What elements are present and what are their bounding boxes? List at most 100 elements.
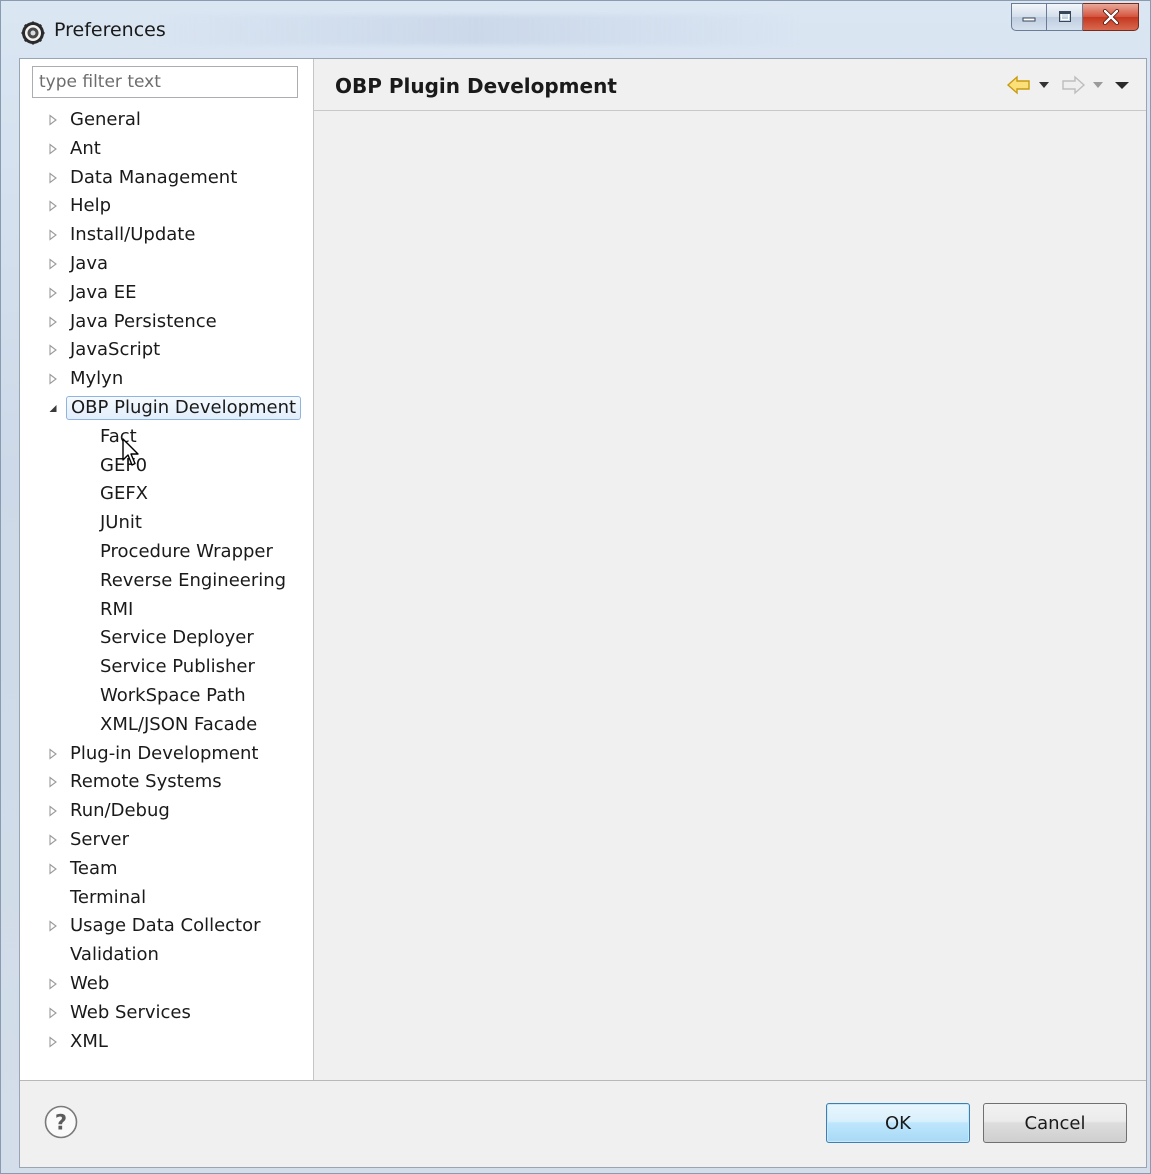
tree-item[interactable]: General (20, 106, 314, 135)
tree-item[interactable]: Usage Data Collector (20, 912, 314, 941)
tree-item[interactable]: Web Services (20, 999, 314, 1028)
back-history-dropdown[interactable] (1038, 80, 1050, 90)
collapsed-triangle-icon[interactable] (48, 920, 58, 932)
tree-item-label: WorkSpace Path (100, 684, 246, 706)
collapsed-triangle-icon[interactable] (48, 114, 58, 126)
tree-child-item[interactable]: Service Deployer (20, 624, 314, 653)
collapsed-triangle-icon[interactable] (48, 863, 58, 875)
tree-child-item[interactable]: GEF0 (20, 452, 314, 481)
collapsed-triangle-icon[interactable] (48, 344, 58, 356)
tree-item[interactable]: Remote Systems (20, 768, 314, 797)
dialog-content: General Ant Data Management Help Install/Upd… (19, 58, 1147, 1168)
collapsed-triangle-icon[interactable] (48, 229, 58, 241)
tree-child-item[interactable]: GEFX (20, 480, 314, 509)
tree-item[interactable]: Java Persistence (20, 308, 314, 337)
back-arrow-icon (1006, 75, 1030, 95)
view-menu-icon (1115, 82, 1129, 89)
tree-item[interactable]: Server (20, 826, 314, 855)
page-navigation-tools (1006, 75, 1130, 95)
minimize-button[interactable] (1011, 3, 1047, 31)
close-icon (1102, 9, 1119, 25)
ok-button[interactable]: OK (826, 1103, 970, 1143)
view-menu-button[interactable] (1114, 80, 1130, 90)
tree-item[interactable]: Validation (20, 941, 314, 970)
maximize-icon (1058, 11, 1071, 22)
tree-item[interactable]: JavaScript (20, 336, 314, 365)
tree-item[interactable]: Install/Update (20, 221, 314, 250)
collapsed-triangle-icon[interactable] (48, 776, 58, 788)
minimize-icon (1022, 17, 1036, 22)
tree-item-label: Fact (100, 425, 137, 447)
svg-text:?: ? (55, 1111, 67, 1135)
filter-input[interactable] (32, 66, 298, 98)
tree-item[interactable]: Web (20, 970, 314, 999)
forward-history-dropdown[interactable] (1092, 80, 1104, 90)
forward-button[interactable] (1060, 75, 1086, 95)
tree-child-item[interactable]: WorkSpace Path (20, 682, 314, 711)
window-controls (1011, 3, 1139, 31)
preferences-tree: General Ant Data Management Help Install/Upd… (20, 106, 314, 1056)
collapsed-triangle-icon[interactable] (48, 805, 58, 817)
tree-item-label: Terminal (70, 886, 147, 908)
tree-item-label: Java EE (70, 281, 137, 303)
tree-item-label: Run/Debug (70, 800, 170, 822)
tree-item-label: Reverse Engineering (100, 569, 287, 591)
title-bar-background-blur (151, 15, 801, 45)
tree-item-label: Mylyn (70, 368, 124, 390)
tree-child-item[interactable]: Fact (20, 423, 314, 452)
tree-item-label: Service Publisher (100, 656, 255, 678)
preference-page: OBP Plugin Development (314, 59, 1146, 1083)
tree-item[interactable]: Java (20, 250, 314, 279)
tree-item-label: JUnit (100, 512, 142, 534)
tree-item-label: Java (70, 252, 109, 274)
tree-item[interactable]: Ant (20, 135, 314, 164)
tree-item[interactable]: Run/Debug (20, 797, 314, 826)
tree-item[interactable]: Data Management (20, 164, 314, 193)
collapsed-triangle-icon[interactable] (48, 747, 58, 760)
collapsed-triangle-icon[interactable] (48, 834, 58, 846)
tree-child-item[interactable]: XML/JSON Facade (20, 711, 314, 740)
tree-item-label: XML (70, 1030, 108, 1052)
help-button[interactable]: ? (44, 1105, 78, 1139)
collapsed-triangle-icon[interactable] (48, 1007, 58, 1019)
tree-item[interactable]: OBP Plugin Development (20, 394, 314, 423)
maximize-button[interactable] (1047, 3, 1083, 31)
collapsed-triangle-icon[interactable] (48, 1035, 58, 1048)
expanded-triangle-icon[interactable] (48, 402, 58, 414)
tree-item-label: Web (70, 972, 110, 994)
collapsed-triangle-icon[interactable] (48, 287, 58, 299)
tree-item[interactable]: Java EE (20, 279, 314, 308)
tree-child-item[interactable]: RMI (20, 596, 314, 625)
preferences-window: Preferences type filter text General Ant… (0, 0, 1151, 1174)
collapsed-triangle-icon[interactable] (48, 978, 58, 990)
tree-item[interactable]: Terminal (20, 884, 314, 913)
collapsed-triangle-icon[interactable] (48, 258, 58, 270)
tree-item-label: Plug-in Development (70, 742, 259, 764)
tree-item[interactable]: Mylyn (20, 365, 314, 394)
preferences-navigation-pane: General Ant Data Management Help Install/Upd… (20, 59, 314, 1083)
tree-item[interactable]: Help (20, 192, 314, 221)
tree-child-item[interactable]: Service Publisher (20, 653, 314, 682)
tree-item-label: Web Services (70, 1001, 191, 1023)
tree-item-label: GEFX (100, 483, 149, 505)
cancel-button[interactable]: Cancel (983, 1103, 1127, 1143)
tree-item-label: XML/JSON Facade (100, 713, 258, 735)
chevron-down-icon (1093, 82, 1103, 88)
collapsed-triangle-icon[interactable] (48, 171, 58, 184)
tree-item[interactable]: Team (20, 855, 314, 884)
tree-item-label: Data Management (70, 166, 238, 188)
tree-child-item[interactable]: JUnit (20, 509, 314, 538)
collapsed-triangle-icon[interactable] (48, 143, 58, 155)
collapsed-triangle-icon[interactable] (48, 315, 58, 328)
tree-child-item[interactable]: Reverse Engineering (20, 567, 314, 596)
tree-item-label: RMI (100, 598, 134, 620)
tree-child-item[interactable]: Procedure Wrapper (20, 538, 314, 567)
tree-item[interactable]: XML (20, 1028, 314, 1057)
tree-item[interactable]: Plug-in Development (20, 740, 314, 769)
close-button[interactable] (1083, 3, 1139, 31)
collapsed-triangle-icon[interactable] (48, 373, 58, 385)
back-button[interactable] (1006, 75, 1032, 95)
collapsed-triangle-icon[interactable] (48, 200, 58, 212)
tree-item-label: Validation (70, 944, 159, 966)
chevron-down-icon (1039, 82, 1049, 88)
